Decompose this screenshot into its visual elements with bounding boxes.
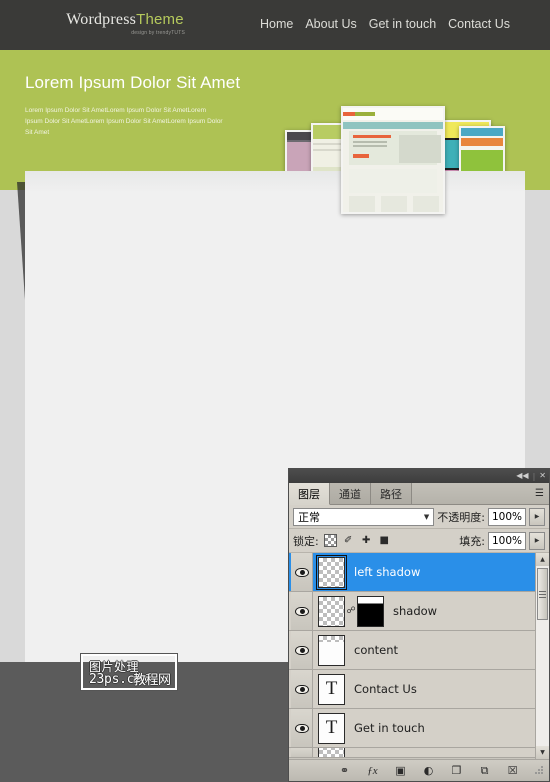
layer-list-scrollbar[interactable]: ▲ ▼ (535, 553, 549, 759)
lock-icon-group: ✐ ✚ ■ (323, 534, 391, 547)
hero-title: Lorem Ipsum Dolor Sit Amet (25, 73, 241, 92)
layer-row-left-shadow[interactable]: left shadow (289, 553, 535, 592)
close-icon[interactable]: ✕ (539, 472, 546, 480)
blend-mode-select[interactable]: 正常 ▼ (293, 507, 435, 526)
opacity-input[interactable]: 100% (488, 507, 526, 526)
lock-transparent-pixels-icon[interactable] (323, 534, 337, 547)
layer-visibility-toggle[interactable] (291, 592, 313, 630)
watermark: 图片处理 23ps.com 教程网 (80, 653, 178, 691)
add-layer-mask-icon[interactable]: ▣ (393, 763, 408, 778)
photoshop-layers-panel: ◀◀ | ✕ 图层 通道 路径 ☰ 正常 ▼ 不透明度: 100% ▶ 锁定: … (288, 468, 550, 782)
lock-fill-row: 锁定: ✐ ✚ ■ 填充: 100% ▶ (289, 529, 549, 553)
new-layer-icon[interactable]: ⧉ (477, 763, 492, 778)
layer-row-content[interactable]: content (289, 631, 535, 670)
logo-wordmark: WordpressTheme (55, 10, 195, 29)
layer-mask-thumbnail[interactable] (357, 595, 384, 627)
layer-row-get-in-touch[interactable]: T Get in touch (289, 709, 535, 748)
watermark-line-3: 教程网 (133, 673, 171, 688)
layer-visibility-toggle[interactable] (291, 553, 313, 591)
lock-label: 锁定: (293, 534, 319, 548)
text-layer-thumbnail[interactable]: T (318, 673, 345, 705)
layer-name: Contact Us (354, 682, 417, 696)
collapse-panel-icon[interactable]: ◀◀ (516, 472, 528, 480)
nav-item-about-us[interactable]: About Us (305, 17, 356, 31)
panel-footer-toolbar: ⚭ ƒx ▣ ◐ ❐ ⧉ ☒ (289, 759, 549, 781)
tab-layers[interactable]: 图层 (289, 483, 330, 505)
panel-tabs: 图层 通道 路径 ☰ (289, 483, 549, 505)
fill-label: 填充: (459, 534, 485, 548)
left-shadow-wedge (17, 182, 25, 300)
screen: WordpressTheme design by trendyTUTS Home… (0, 0, 550, 782)
scroll-thumb[interactable] (537, 568, 548, 620)
nav-item-contact-us[interactable]: Contact Us (448, 17, 510, 31)
site-header: WordpressTheme design by trendyTUTS Home… (0, 0, 550, 50)
opacity-stepper[interactable]: ▶ (529, 507, 545, 526)
panel-menu-icon[interactable]: ☰ (535, 483, 549, 504)
layer-row-partial[interactable] (289, 748, 535, 758)
panel-titlebar: ◀◀ | ✕ (289, 469, 549, 483)
scroll-up-icon[interactable]: ▲ (536, 553, 549, 566)
logo-accent-text: Theme (136, 11, 184, 28)
eye-icon (294, 684, 309, 694)
scroll-grip-icon (539, 593, 546, 595)
nav-item-home[interactable]: Home (260, 17, 293, 31)
fill-input[interactable]: 100% (488, 531, 526, 550)
layer-name: content (354, 643, 399, 657)
logo-tagline: design by trendyTUTS (131, 30, 185, 36)
eye-icon (294, 645, 309, 655)
layer-thumbnail[interactable] (318, 748, 345, 757)
link-layers-icon[interactable]: ⚭ (337, 763, 352, 778)
chevron-down-icon: ▼ (423, 512, 430, 521)
layer-name: Get in touch (354, 721, 425, 735)
eye-icon (294, 723, 309, 733)
layer-row-shadow[interactable]: ☍ shadow (289, 592, 535, 631)
layer-name: left shadow (354, 565, 421, 579)
resize-grip-icon[interactable] (534, 766, 543, 775)
layer-list-inner: left shadow ☍ shadow content T Contact U… (289, 553, 535, 759)
fill-stepper[interactable]: ▶ (529, 531, 545, 550)
layer-thumbnail[interactable] (318, 595, 345, 627)
layer-visibility-toggle[interactable] (291, 670, 313, 708)
eye-icon (294, 567, 309, 577)
site-logo[interactable]: WordpressTheme design by trendyTUTS (55, 10, 195, 36)
blend-mode-value: 正常 (298, 510, 320, 524)
nav-item-get-in-touch[interactable]: Get in touch (369, 17, 436, 31)
tab-channels[interactable]: 通道 (330, 483, 371, 504)
blend-opacity-row: 正常 ▼ 不透明度: 100% ▶ (289, 505, 549, 529)
lock-image-pixels-brush-icon[interactable]: ✐ (342, 534, 355, 547)
layer-visibility-toggle[interactable] (291, 631, 313, 669)
scroll-down-icon[interactable]: ▼ (536, 746, 549, 759)
layer-list: left shadow ☍ shadow content T Contact U… (289, 553, 549, 759)
layer-style-fx-icon[interactable]: ƒx (365, 763, 380, 778)
new-group-icon[interactable]: ❐ (449, 763, 464, 778)
text-layer-thumbnail[interactable]: T (318, 712, 345, 744)
layer-thumbnail[interactable] (316, 554, 347, 590)
adjustment-layer-icon[interactable]: ◐ (421, 763, 436, 778)
layer-visibility-toggle[interactable] (291, 748, 313, 757)
logo-main-text: Wordpress (66, 11, 137, 28)
layer-thumbnail[interactable] (318, 634, 345, 666)
hero-banner: Lorem Ipsum Dolor Sit Amet Lorem Ipsum D… (0, 50, 550, 214)
mask-link-icon[interactable]: ☍ (346, 606, 355, 616)
tab-paths[interactable]: 路径 (371, 483, 412, 504)
eye-icon (294, 606, 309, 616)
scroll-track[interactable] (536, 566, 549, 746)
opacity-label: 不透明度: (437, 510, 485, 524)
hero-body-text: Lorem Ipsum Dolor Sit AmetLorem Ipsum Do… (25, 107, 223, 136)
layer-name: shadow (393, 604, 438, 618)
site-nav: Home About Us Get in touch Contact Us (260, 17, 510, 31)
layer-visibility-toggle[interactable] (291, 709, 313, 747)
layer-row-contact-us[interactable]: T Contact Us (289, 670, 535, 709)
lock-all-padlock-icon[interactable]: ■ (378, 534, 391, 547)
lock-position-move-icon[interactable]: ✚ (360, 534, 373, 547)
thumbnail-screenshot-main (341, 106, 445, 214)
titlebar-separator: | (532, 471, 536, 481)
delete-layer-trash-icon[interactable]: ☒ (505, 763, 520, 778)
